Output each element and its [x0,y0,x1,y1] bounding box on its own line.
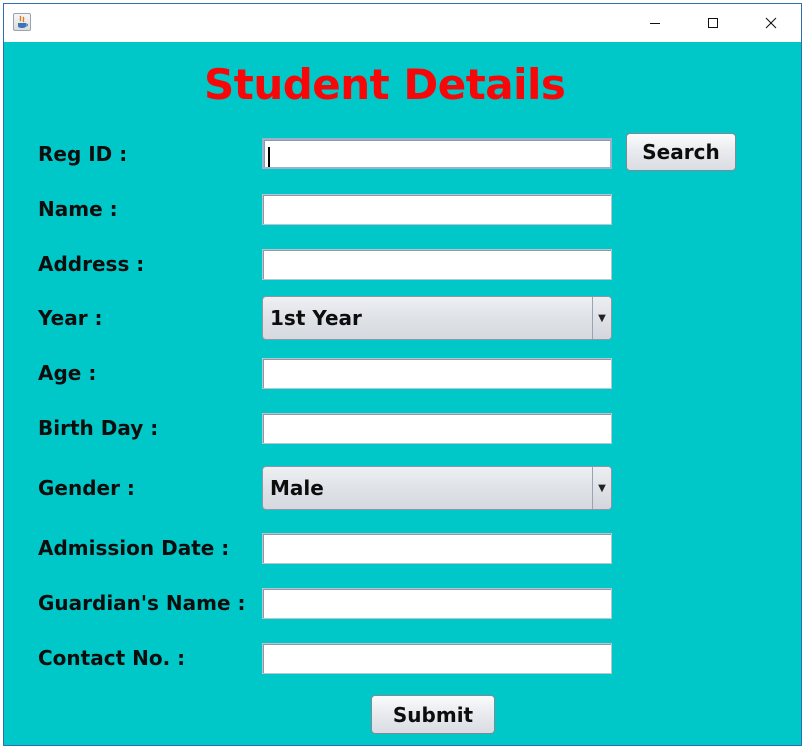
year-label: Year : [38,306,103,330]
name-input[interactable] [262,194,612,225]
gender-label: Gender : [38,476,135,500]
birth-day-label: Birth Day : [38,416,159,440]
minimize-icon [650,23,660,24]
submit-button[interactable]: Submit [371,695,495,734]
age-label: Age : [38,361,97,385]
gender-select[interactable]: Male ▼ [262,466,612,510]
contact-no-input[interactable] [262,643,612,674]
java-app-icon [13,13,31,31]
name-label: Name : [38,197,118,221]
year-select[interactable]: 1st Year ▼ [262,296,612,340]
birth-day-input[interactable] [262,413,612,444]
year-selected-value: 1st Year [270,306,362,330]
reg-id-input[interactable] [262,138,612,169]
address-label: Address : [38,252,145,276]
maximize-icon [708,18,718,28]
reg-id-label: Reg ID : [38,142,128,166]
close-button[interactable] [748,4,794,42]
text-caret [268,147,270,167]
page-title: Student Details [204,60,566,109]
guardian-name-input[interactable] [262,588,612,619]
admission-date-input[interactable] [262,533,612,564]
admission-date-label: Admission Date : [38,536,230,560]
address-input[interactable] [262,249,612,280]
close-icon [765,17,777,29]
app-window: Student Details Reg ID : Search Name : A… [3,3,802,746]
age-input[interactable] [262,358,612,389]
gender-selected-value: Male [270,476,324,500]
search-button[interactable]: Search [626,133,736,171]
guardian-name-label: Guardian's Name : [38,591,246,615]
minimize-button[interactable] [632,4,678,42]
title-bar[interactable] [4,4,801,42]
chevron-down-icon[interactable]: ▼ [592,467,611,509]
chevron-down-icon[interactable]: ▼ [592,297,611,339]
maximize-button[interactable] [690,4,736,42]
form-panel: Student Details Reg ID : Search Name : A… [4,42,801,745]
contact-no-label: Contact No. : [38,646,186,670]
